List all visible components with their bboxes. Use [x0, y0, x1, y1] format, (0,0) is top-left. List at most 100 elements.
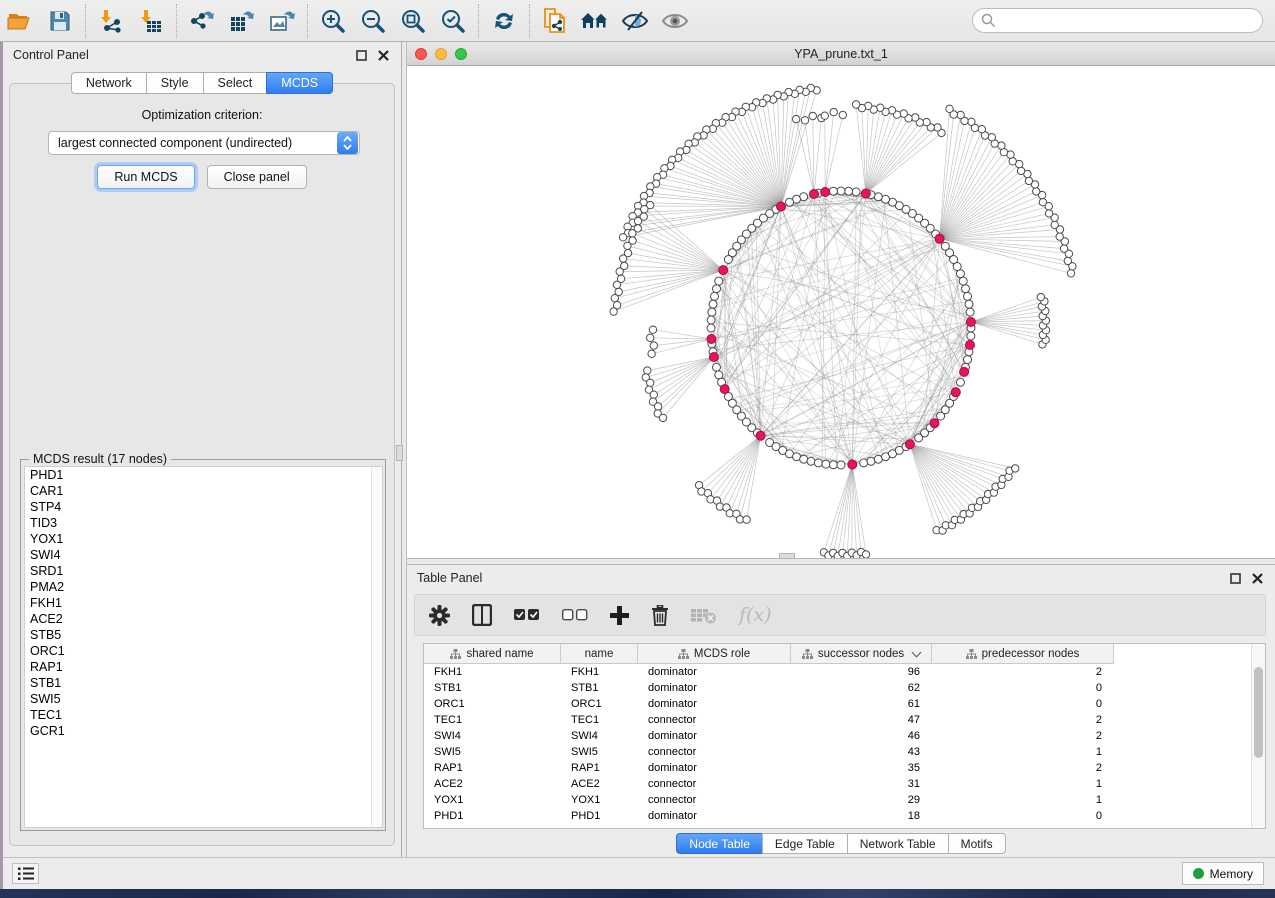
network-window-titlebar[interactable]: YPA_prune.txt_1	[407, 42, 1275, 66]
close-panel-icon[interactable]	[375, 47, 391, 63]
show-columns-icon[interactable]	[472, 604, 492, 626]
table-toolbar: f(x)	[414, 594, 1266, 636]
add-column-icon[interactable]	[610, 606, 629, 625]
mcds-result-item[interactable]: PHD1	[25, 467, 382, 483]
table-panel-tabs: Node TableEdge TableNetwork TableMotifs	[407, 833, 1275, 854]
mcds-list-scrollbar[interactable]	[371, 467, 382, 827]
table-row[interactable]: TEC1TEC1connector472	[424, 712, 1252, 728]
mcds-result-item[interactable]: STP4	[25, 499, 382, 515]
column-header-shared-name[interactable]: shared name	[424, 644, 561, 664]
float-panel-icon[interactable]	[1227, 570, 1243, 586]
export-image-icon[interactable]	[262, 4, 302, 38]
table-row[interactable]: YOX1YOX1connector291	[424, 792, 1252, 808]
control-panel-header: Control Panel	[3, 42, 401, 68]
mcds-result-item[interactable]: TEC1	[25, 707, 382, 723]
float-panel-icon[interactable]	[353, 47, 369, 63]
delete-table-icon[interactable]	[691, 607, 717, 624]
close-panel-icon[interactable]	[1249, 570, 1265, 586]
tab-motifs[interactable]: Motifs	[948, 833, 1006, 854]
horizontal-splitter[interactable]	[407, 558, 1275, 565]
memory-button[interactable]: Memory	[1182, 862, 1264, 885]
network-canvas[interactable]	[407, 66, 1275, 558]
splitter-handle[interactable]	[396, 445, 403, 461]
search-box[interactable]	[972, 8, 1263, 33]
table-row[interactable]: SWI5SWI5connector431	[424, 744, 1252, 760]
zoom-fit-icon[interactable]	[393, 4, 433, 38]
table-row[interactable]: ACE2ACE2connector311	[424, 776, 1252, 792]
mcds-result-item[interactable]: PMA2	[25, 579, 382, 595]
mcds-result-item[interactable]: ORC1	[25, 643, 382, 659]
mcds-result-item[interactable]: ACE2	[25, 611, 382, 627]
mcds-result-item[interactable]: TID3	[25, 515, 382, 531]
network-graph[interactable]	[407, 66, 1275, 558]
splitter-handle[interactable]	[779, 553, 795, 559]
function-builder-icon[interactable]: f(x)	[739, 604, 772, 626]
tab-edge-table[interactable]: Edge Table	[762, 833, 847, 854]
import-network-icon[interactable]	[91, 4, 131, 38]
list-icon	[18, 867, 34, 880]
column-header-successor-nodes[interactable]: successor nodes	[791, 644, 932, 664]
eye-icon[interactable]	[655, 4, 695, 38]
mcds-result-item[interactable]: STB5	[25, 627, 382, 643]
mcds-result-item[interactable]: STB1	[25, 675, 382, 691]
table-row[interactable]: RAP1RAP1dominator352	[424, 760, 1252, 776]
tab-network[interactable]: Network	[71, 72, 146, 94]
table-row[interactable]: ORC1ORC1dominator610	[424, 696, 1252, 712]
delete-column-trash-icon[interactable]	[651, 605, 669, 626]
two-houses-icon[interactable]	[575, 4, 615, 38]
refresh-icon[interactable]	[484, 4, 524, 38]
task-history-button[interactable]	[12, 863, 39, 884]
zoom-selected-icon[interactable]	[433, 4, 473, 38]
select-all-checkboxes-icon[interactable]	[514, 609, 540, 621]
deselect-all-checkboxes-icon[interactable]	[562, 609, 588, 621]
mcds-result-list[interactable]: PHD1CAR1STP4TID3YOX1SWI4SRD1PMA2FKH1ACE2…	[24, 466, 383, 828]
node-table-header: shared namenameMCDS role successor nodes p…	[424, 644, 1114, 664]
table-cell: 43	[791, 744, 920, 760]
close-panel-button[interactable]: Close panel	[207, 165, 307, 189]
mcds-hub-node	[719, 266, 728, 275]
table-row[interactable]: FKH1FKH1dominator962	[424, 664, 1252, 680]
table-settings-gear-icon[interactable]	[429, 605, 450, 626]
clone-network-icon[interactable]	[535, 4, 575, 38]
table-scrollbar[interactable]	[1251, 644, 1265, 828]
tab-select[interactable]: Select	[203, 72, 267, 94]
control-panel-tabs: NetworkStyleSelectMCDS	[3, 72, 401, 94]
table-row[interactable]: STB1STB1dominator620	[424, 680, 1252, 696]
mcds-result-item[interactable]: SRD1	[25, 563, 382, 579]
run-mcds-button[interactable]: Run MCDS	[97, 165, 194, 189]
tab-node-table[interactable]: Node Table	[676, 833, 762, 854]
mcds-result-item[interactable]: YOX1	[25, 531, 382, 547]
column-header-MCDS-role[interactable]: MCDS role	[638, 644, 791, 664]
mcds-result-item[interactable]: SWI5	[25, 691, 382, 707]
search-input[interactable]	[996, 11, 1262, 31]
table-cell: TEC1	[424, 712, 561, 728]
export-table-icon[interactable]	[222, 4, 262, 38]
mcds-result-item[interactable]: CAR1	[25, 483, 382, 499]
column-label: successor nodes	[818, 648, 904, 660]
table-row[interactable]: PHD1PHD1dominator180	[424, 808, 1252, 824]
mcds-result-item[interactable]: GCR1	[25, 723, 382, 739]
table-cell: 2	[932, 712, 1102, 728]
control-panel-title: Control Panel	[13, 48, 89, 62]
mcds-hub-node	[935, 234, 944, 243]
table-scrollbar-thumb[interactable]	[1254, 667, 1263, 758]
zoom-out-icon[interactable]	[353, 4, 393, 38]
optimization-criterion-dropdown[interactable]: largest connected component (undirected)	[48, 131, 360, 155]
column-header-predecessor-nodes[interactable]: predecessor nodes	[932, 644, 1114, 664]
mcds-hub-node	[905, 440, 914, 449]
node-table[interactable]: shared namenameMCDS role successor nodes p…	[423, 643, 1266, 829]
eye-slash-icon[interactable]	[615, 4, 655, 38]
import-table-icon[interactable]	[131, 4, 171, 38]
column-header-name[interactable]: name	[561, 644, 638, 664]
save-session-icon[interactable]	[40, 4, 80, 38]
tab-style[interactable]: Style	[146, 72, 203, 94]
mcds-result-item[interactable]: FKH1	[25, 595, 382, 611]
zoom-in-icon[interactable]	[313, 4, 353, 38]
tab-mcds[interactable]: MCDS	[266, 72, 333, 94]
table-row[interactable]: SWI4SWI4dominator462	[424, 728, 1252, 744]
tab-network-table[interactable]: Network Table	[847, 833, 948, 854]
mcds-result-item[interactable]: RAP1	[25, 659, 382, 675]
mcds-result-item[interactable]: SWI4	[25, 547, 382, 563]
open-file-icon[interactable]	[0, 4, 40, 38]
export-network-icon[interactable]	[182, 4, 222, 38]
